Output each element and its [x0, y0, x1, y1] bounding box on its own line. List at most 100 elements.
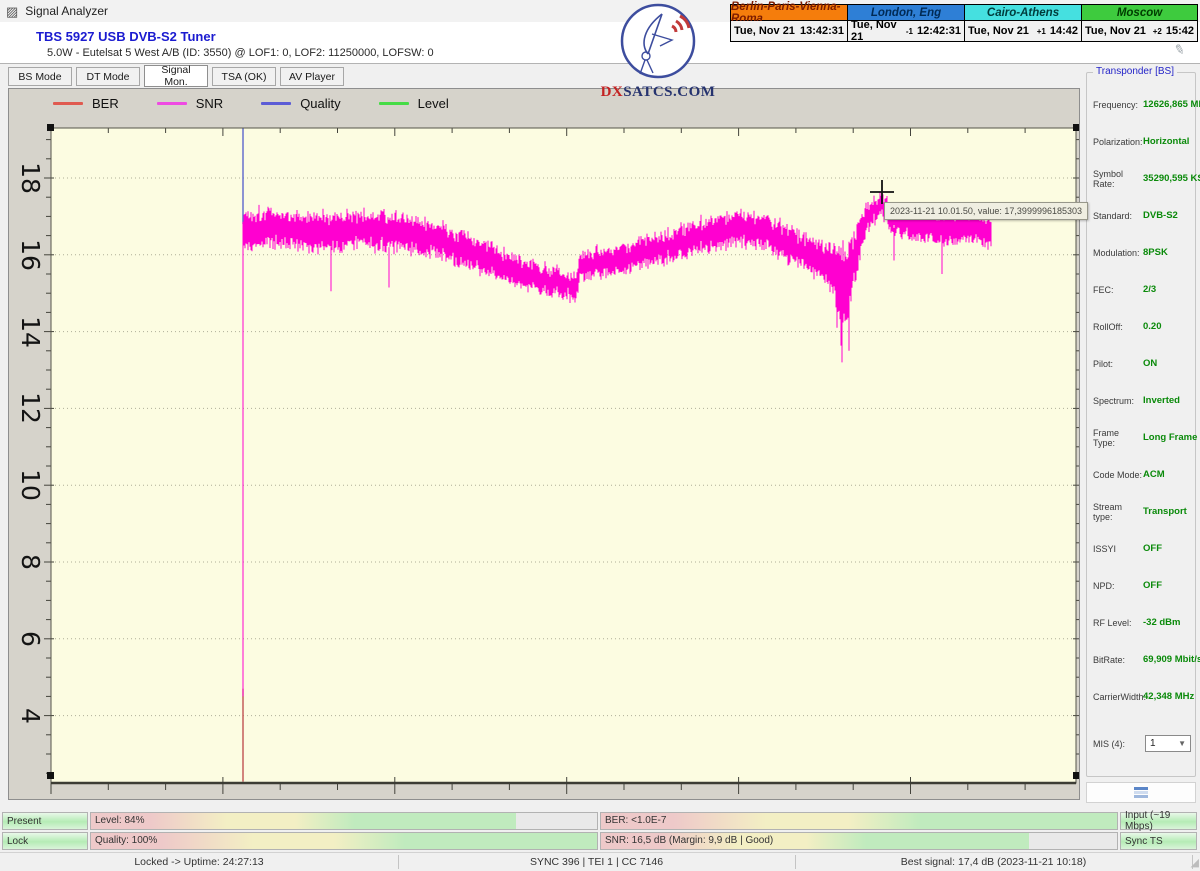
device-title: TBS 5927 USB DVB-S2 Tuner	[36, 29, 216, 44]
transponder-label: RollOff:	[1093, 322, 1143, 332]
clock-time: Tue, Nov 21 +114:42	[964, 21, 1081, 42]
transponder-label: Frequency:	[1093, 100, 1143, 110]
quality-meter-fill	[91, 833, 597, 849]
transponder-row: RollOff:0.20	[1093, 308, 1191, 345]
transponder-row: BitRate:69,909 Mbit/s	[1093, 641, 1191, 678]
clock-city-label: Moscow	[1081, 4, 1198, 21]
transponder-label: BitRate:	[1093, 655, 1143, 665]
mis-dropdown[interactable]: 1 ▼	[1145, 735, 1191, 752]
transponder-label: Frame Type:	[1093, 428, 1143, 448]
snr-line-swatch	[157, 102, 187, 105]
quality-line-swatch	[261, 102, 291, 105]
legend-item-ber: BER	[53, 96, 119, 111]
transponder-title: Transponder [BS]	[1093, 66, 1177, 77]
transponder-label: CarrierWidth:	[1093, 692, 1143, 702]
dxsatcs-wordmark: DXSATCS.COM	[596, 85, 720, 100]
transponder-value: ACM	[1143, 469, 1165, 480]
resize-grip[interactable]: ◢	[1191, 856, 1199, 869]
clock-time: Tue, Nov 21 +215:42	[1081, 21, 1198, 42]
lock-indicator: Lock	[2, 832, 88, 850]
transponder-row: ISSYIOFF	[1093, 530, 1191, 567]
clock-city-label: Berlin-Paris-Vienna-Roma	[730, 4, 847, 21]
satellite-dish-icon	[596, 2, 720, 80]
tab-av-player[interactable]: AV Player	[280, 67, 344, 86]
transponder-label: Standard:	[1093, 211, 1143, 221]
ber-meter: BER: <1.0E-7	[600, 812, 1118, 830]
transponder-row: Modulation:8PSK	[1093, 234, 1191, 271]
signal-chart[interactable]	[9, 89, 1079, 799]
transponder-value: 42,348 MHz	[1143, 691, 1194, 702]
transponder-value: OFF	[1143, 543, 1162, 554]
ber-meter-label: BER: <1.0E-7	[605, 815, 666, 826]
y-axis-label: 18	[10, 157, 52, 199]
transponder-value: Inverted	[1143, 395, 1180, 406]
transponder-label: Polarization:	[1093, 137, 1143, 147]
transponder-value: DVB-S2	[1143, 210, 1178, 221]
level-meter-fill	[91, 813, 516, 829]
transponder-value: Long Frame	[1143, 432, 1197, 443]
y-axis-label: 6	[10, 618, 52, 660]
legend-item-level: Level	[379, 96, 449, 111]
sync-ts-indicator: Sync TS	[1120, 832, 1197, 850]
stream-list-button[interactable]	[1086, 782, 1196, 803]
status-sync-counters: SYNC 396 | TEI 1 | CC 7146	[398, 853, 795, 871]
snr-meter-label: SNR: 16,5 dB (Margin: 9,9 dB | Good)	[605, 835, 773, 846]
transponder-value: -32 dBm	[1143, 617, 1180, 628]
tab-dt-mode[interactable]: DT Mode	[76, 67, 140, 86]
transponder-row: FEC:2/3	[1093, 271, 1191, 308]
transponder-label: RF Level:	[1093, 618, 1143, 628]
transponder-label: FEC:	[1093, 285, 1143, 295]
level-meter-label: Level: 84%	[95, 815, 144, 826]
level-meter: Level: 84%	[90, 812, 598, 830]
transponder-label: Spectrum:	[1093, 396, 1143, 406]
transponder-label: Symbol Rate:	[1093, 169, 1143, 189]
transponder-sidebar: Transponder [BS] Frequency:12626,865 MHz…	[1086, 66, 1196, 778]
transponder-row: Code Mode:ACM	[1093, 456, 1191, 493]
level-line-swatch	[379, 102, 409, 105]
app-icon: ▨	[6, 5, 18, 18]
signal-chart-panel: BER SNR Quality Level 4681012141618	[8, 88, 1080, 800]
world-clocks: Berlin-Paris-Vienna-Roma Tue, Nov 21 13:…	[730, 4, 1198, 44]
transponder-groupbox: Transponder [BS] Frequency:12626,865 MHz…	[1086, 72, 1196, 777]
transponder-label: Modulation:	[1093, 248, 1143, 258]
quality-meter-label: Quality: 100%	[95, 835, 157, 846]
clock-berlin: Berlin-Paris-Vienna-Roma Tue, Nov 21 13:…	[730, 4, 847, 44]
signal-analyzer-window: { "window": { "title": "Signal Analyzer"…	[0, 0, 1200, 870]
status-separator	[795, 855, 796, 869]
chevron-down-icon: ▼	[1178, 739, 1186, 748]
tab-tsa[interactable]: TSA (OK)	[212, 67, 276, 86]
status-lock-uptime: Locked -> Uptime: 24:27:13	[0, 853, 398, 871]
y-axis-label: 14	[10, 311, 52, 353]
tab-signal-mon[interactable]: Signal Mon.	[144, 65, 208, 87]
list-icon	[1133, 787, 1149, 798]
transponder-value: Horizontal	[1143, 136, 1189, 147]
y-axis-label: 4	[10, 695, 52, 737]
mis-row: MIS (4): 1 ▼	[1093, 735, 1191, 752]
y-axis-label: 8	[10, 541, 52, 583]
transponder-row: Pilot:ON	[1093, 345, 1191, 382]
y-axis-label: 10	[10, 464, 52, 506]
transponder-label: Stream type:	[1093, 502, 1143, 522]
transponder-value: 12626,865 MHz	[1143, 99, 1200, 110]
status-bar: Locked -> Uptime: 24:27:13 SYNC 396 | TE…	[0, 852, 1200, 870]
transponder-value: Transport	[1143, 506, 1187, 517]
tab-bs-mode[interactable]: BS Mode	[8, 67, 72, 86]
input-indicator: Input (~19 Mbps)	[1120, 812, 1197, 830]
clock-london: London, Eng Tue, Nov 21 -112:42:31	[847, 4, 964, 44]
transponder-value: 8PSK	[1143, 247, 1168, 258]
legend-item-snr: SNR	[157, 96, 223, 111]
ber-meter-fill	[601, 813, 1117, 829]
legend-item-quality: Quality	[261, 96, 340, 111]
transponder-row: Polarization:Horizontal	[1093, 123, 1191, 160]
transponder-row: RF Level:-32 dBm	[1093, 604, 1191, 641]
transponder-row: Spectrum:Inverted	[1093, 382, 1191, 419]
status-best-signal: Best signal: 17,4 dB (2023-11-21 10:18)	[795, 853, 1192, 871]
transponder-row: Symbol Rate:35290,595 KS/s	[1093, 160, 1191, 197]
mis-label: MIS (4):	[1093, 739, 1143, 749]
y-axis-label: 12	[10, 387, 52, 429]
transponder-row: Stream type:Transport	[1093, 493, 1191, 530]
clock-time: Tue, Nov 21 13:42:31	[730, 21, 847, 42]
transponder-value: 69,909 Mbit/s	[1143, 654, 1200, 665]
transponder-label: Code Mode:	[1093, 470, 1143, 480]
chart-legend: BER SNR Quality Level	[53, 96, 449, 111]
